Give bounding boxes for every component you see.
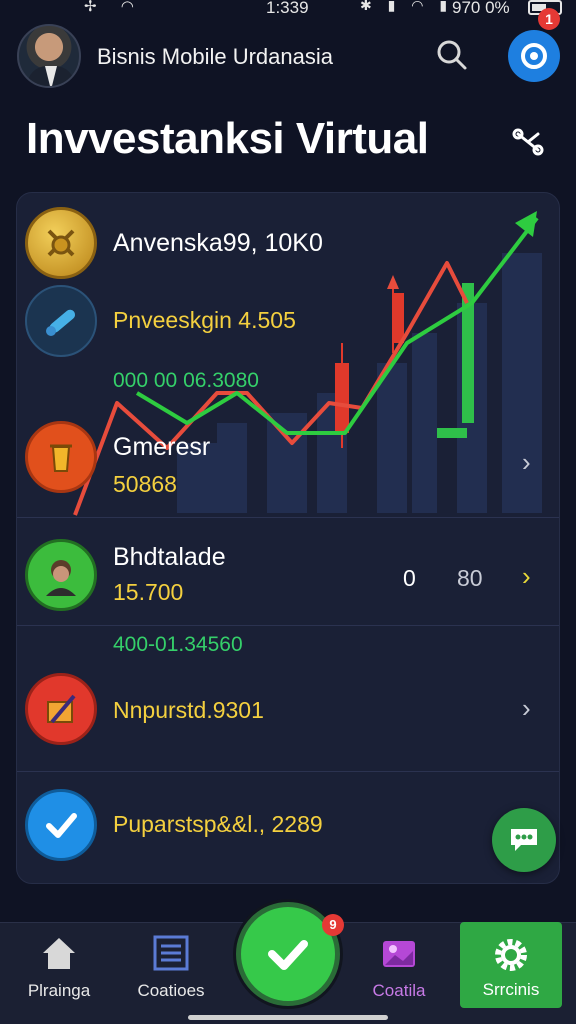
- chevron-right-icon[interactable]: ›: [522, 693, 531, 724]
- share-button[interactable]: [508, 122, 548, 162]
- telescope-icon: [25, 285, 97, 357]
- gallery-icon: [383, 941, 415, 967]
- list-item[interactable]: Pnveeskgin 4.505: [17, 285, 559, 361]
- trash-bin-icon: [25, 421, 97, 493]
- nav-list[interactable]: Coatioes: [116, 923, 226, 1013]
- item-title: Anvenska99, 10K0: [113, 229, 323, 257]
- status-time: 1:339: [266, 0, 309, 17]
- list-item[interactable]: Anvenska99, 10K0: [17, 205, 559, 281]
- item-stat-a: 0: [403, 565, 416, 591]
- list-item[interactable]: Nnpurstd.9301 ›: [17, 673, 559, 749]
- divider: [17, 625, 559, 626]
- notification-badge: 1: [538, 8, 560, 30]
- nav-home[interactable]: Plrainga: [4, 923, 114, 1013]
- search-button[interactable]: [432, 36, 472, 76]
- item-green-note: 400-01.34560: [113, 633, 243, 656]
- avatar[interactable]: [17, 24, 81, 88]
- checkmark-icon: [25, 789, 97, 861]
- list-icon: [153, 935, 189, 971]
- nav-label: Coatioes: [137, 981, 205, 1000]
- connectivity-icons: ✱ ▮ ◠ ▮: [360, 0, 454, 13]
- gear-icon: [495, 939, 527, 971]
- item-stat-b: 80: [457, 565, 483, 591]
- nav-label: Plrainga: [27, 981, 91, 1000]
- share-link-icon: [512, 128, 544, 156]
- item-value: 50868: [113, 471, 177, 497]
- nav-settings[interactable]: Srrcinis: [460, 922, 562, 1008]
- status-bar: ✢ ◠ 1:339 ✱ ▮ ◠ ▮ 970 0%: [0, 0, 576, 20]
- item-value: Pnveeskgin 4.505: [113, 307, 296, 333]
- gold-coin-icon: [25, 207, 97, 279]
- chevron-right-icon[interactable]: ›: [522, 561, 531, 592]
- investment-card: Anvenska99, 10K0 Pnveeskgin 4.505 000 00…: [16, 192, 560, 884]
- item-title: Gmeresr: [113, 433, 211, 461]
- item-value: Puparstsp&&l., 2289: [113, 811, 323, 837]
- nav-label: Srrcinis: [482, 980, 540, 999]
- chevron-right-icon[interactable]: ›: [522, 447, 531, 478]
- divider: [17, 517, 559, 518]
- home-indicator[interactable]: [188, 1015, 388, 1020]
- item-value: 15.700: [113, 579, 184, 605]
- battery-percent: 970 0%: [452, 0, 510, 17]
- check-icon: [268, 940, 308, 970]
- app-name: Bisnis Mobile Urdanasia: [97, 44, 333, 69]
- search-icon: [437, 40, 467, 70]
- home-icon: [43, 938, 75, 969]
- nav-label: Coatila: [372, 981, 426, 1000]
- notifications-button[interactable]: [508, 30, 560, 82]
- nav-gallery[interactable]: Coatila: [344, 923, 454, 1013]
- nav-check-badge: 9: [322, 914, 344, 936]
- list-item[interactable]: Bhdtalade 15.700 0 80 ›: [17, 539, 559, 615]
- signal-icons: ✢ ◠: [84, 0, 144, 15]
- list-item[interactable]: Puparstsp&&l., 2289: [17, 789, 559, 865]
- item-green-note: 000 00 06.3080: [113, 369, 259, 392]
- app-header: Bisnis Mobile Urdanasia: [0, 20, 576, 92]
- chat-button[interactable]: [492, 808, 556, 872]
- divider: [17, 771, 559, 772]
- item-title: Bhdtalade: [113, 543, 226, 571]
- gear-chat-icon: [521, 43, 547, 69]
- person-avatar-icon: [25, 539, 97, 611]
- chat-bubble-icon: [511, 829, 537, 851]
- item-value: Nnpurstd.9301: [113, 697, 264, 723]
- list-item[interactable]: Gmeresr 50868 ›: [17, 419, 559, 497]
- box-pencil-icon: [25, 673, 97, 745]
- page-title: Invvestanksi Virtual: [26, 114, 429, 163]
